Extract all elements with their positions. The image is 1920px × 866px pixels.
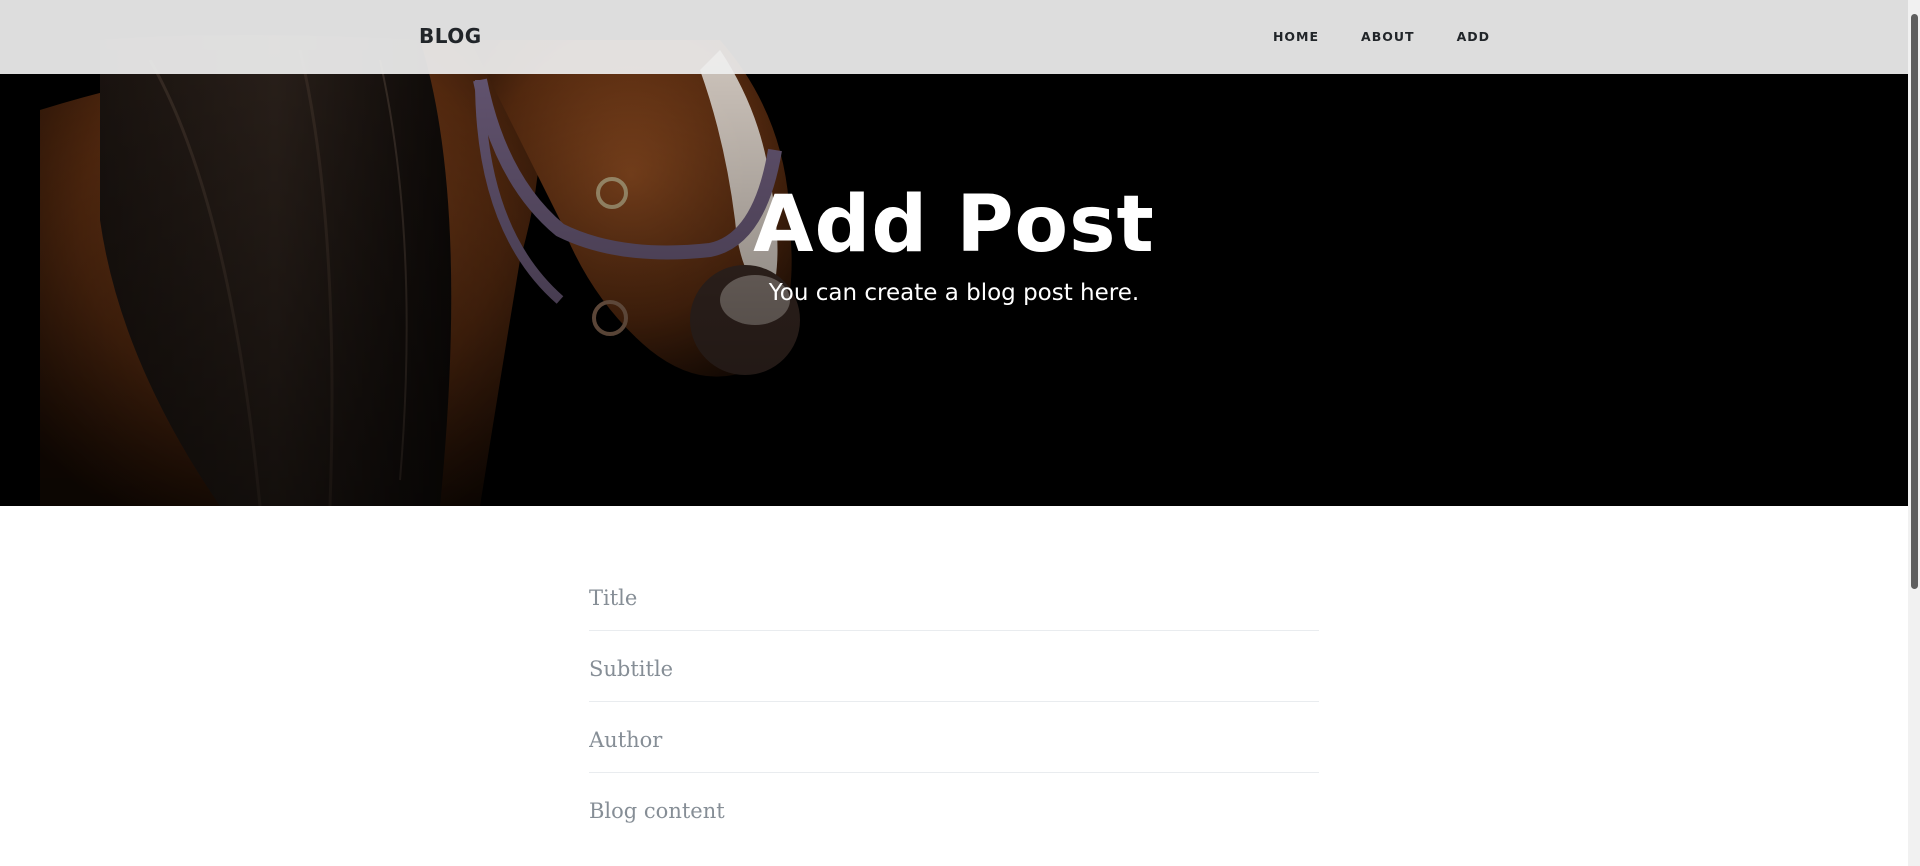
title-input[interactable] [589, 560, 1319, 618]
add-post-form [589, 560, 1319, 844]
nav-add-link[interactable]: ADD [1457, 29, 1490, 44]
title-field-group [589, 560, 1319, 631]
blog-content-input[interactable] [589, 773, 1319, 831]
navbar: BLOG HOME ABOUT ADD [0, 0, 1908, 74]
author-input[interactable] [589, 702, 1319, 760]
brand-logo-link[interactable]: BLOG [419, 24, 482, 48]
nav-home-link[interactable]: HOME [1273, 29, 1319, 44]
masthead: BLOG HOME ABOUT ADD Add Post You can cre… [0, 0, 1908, 506]
page-title: Add Post [753, 180, 1155, 270]
subtitle-field-group [589, 631, 1319, 702]
page-subtitle: You can create a blog post here. [768, 280, 1140, 306]
nav-about-link[interactable]: ABOUT [1361, 29, 1415, 44]
content-field-group [589, 773, 1319, 844]
page-scrollbar[interactable] [1908, 0, 1920, 866]
author-field-group [589, 702, 1319, 773]
scrollbar-thumb[interactable] [1911, 14, 1918, 589]
nav-links: HOME ABOUT ADD [1231, 29, 1490, 44]
subtitle-input[interactable] [589, 631, 1319, 689]
